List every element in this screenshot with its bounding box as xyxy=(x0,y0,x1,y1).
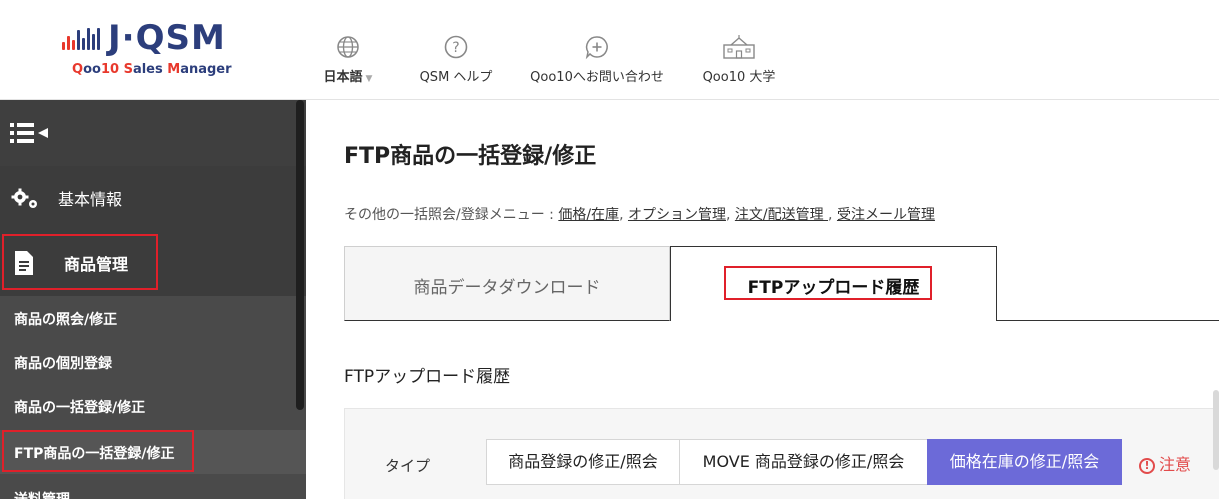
link-option-management[interactable]: オプション管理 xyxy=(628,207,726,223)
separator: , xyxy=(725,207,735,223)
type-option-move-goods-edit[interactable]: MOVE 商品登録の修正/照会 xyxy=(679,439,928,485)
sidebar-subitem-goods-edit[interactable]: 商品の照会/修正 xyxy=(0,296,306,340)
sidebar-subitem-goods-register[interactable]: 商品の個別登録 xyxy=(0,340,306,384)
link-price-stock[interactable]: 価格/在庫 xyxy=(558,207,619,223)
link-order-mail[interactable]: 受注メール管理 xyxy=(837,207,935,223)
caution-link[interactable]: ! 注意 xyxy=(1139,451,1191,475)
alert-circle-icon: ! xyxy=(1139,458,1155,474)
type-label: タイプ xyxy=(385,457,431,475)
nav-qsm-help[interactable]: ? QSM ヘルプ xyxy=(408,34,504,85)
type-option-price-stock-edit[interactable]: 価格在庫の修正/照会 xyxy=(927,439,1122,485)
nav-language-label: 日本語 xyxy=(323,70,363,85)
other-menu-links: その他の一括照会/登録メニュー : 価格/在庫, オプション管理, 注文/配送管… xyxy=(344,204,935,224)
link-order-shipping[interactable]: 注文/配送管理 xyxy=(735,207,828,223)
nav-contact-label: Qoo10へお問い合わせ xyxy=(530,70,664,85)
separator: , xyxy=(619,207,628,223)
sidebar-subitem-label: 送料管理 xyxy=(14,489,70,499)
nav-qoo10-university[interactable]: Qoo10 大学 xyxy=(696,34,782,85)
caution-label: 注意 xyxy=(1159,455,1192,474)
page-title: FTP商品の一括登録/修正 xyxy=(344,144,597,169)
sidebar-item-basic-info[interactable]: 基本情報 xyxy=(0,166,306,230)
main-scrollbar[interactable] xyxy=(1213,390,1219,470)
sidebar-toggle[interactable] xyxy=(0,100,306,166)
filter-panel: タイプ 商品登録の修正/照会 MOVE 商品登録の修正/照会 価格在庫の修正/照… xyxy=(344,408,1219,499)
highlight-goods-management xyxy=(2,234,158,290)
main-content: FTP商品の一括登録/修正 その他の一括照会/登録メニュー : 価格/在庫, オ… xyxy=(306,100,1219,499)
globe-icon xyxy=(337,36,359,58)
other-menu-prefix: その他の一括照会/登録メニュー : xyxy=(344,207,559,223)
nav-qsm-help-label: QSM ヘルプ xyxy=(419,70,493,85)
sidebar: 基本情報 商品管理 商品の照会/修正 商品の個別登録 商品の一括登録/修正 FT… xyxy=(0,100,306,499)
sidebar-subitem-label: 商品の照会/修正 xyxy=(14,312,118,328)
logo-brand: J·QSM xyxy=(108,18,226,58)
sidebar-subitem-bulk-register[interactable]: 商品の一括登録/修正 xyxy=(0,384,306,428)
nav-language[interactable]: 日本語 ▼ xyxy=(310,34,386,85)
type-option-goods-edit[interactable]: 商品登録の修正/照会 xyxy=(486,439,680,485)
help-circle-icon: ? xyxy=(444,35,468,59)
sidebar-subitem-label: 商品の個別登録 xyxy=(14,356,112,372)
school-icon xyxy=(723,35,755,59)
gears-icon xyxy=(11,188,37,208)
jqsm-logo[interactable]: J·QSM Qoo10 Sales Manager xyxy=(60,18,250,80)
section-title: FTPアップロード履歴 xyxy=(344,367,511,387)
menu-collapse-icon xyxy=(10,123,48,143)
separator: , xyxy=(828,207,837,223)
top-header: J·QSM Qoo10 Sales Manager 日本語 ▼ ? QSM ヘルプ xyxy=(0,0,1219,100)
chat-plus-icon xyxy=(585,36,608,60)
sidebar-basic-label: 基本情報 xyxy=(58,190,123,209)
chevron-down-icon: ▼ xyxy=(365,74,373,84)
nav-university-label: Qoo10 大学 xyxy=(702,70,776,85)
sidebar-scrollbar[interactable] xyxy=(296,100,304,410)
logo-subtitle: Qoo10 Sales Manager xyxy=(72,62,232,77)
tab-product-data-download[interactable]: 商品データダウンロード xyxy=(344,246,670,321)
sidebar-subitem-shipping[interactable]: 送料管理 xyxy=(0,476,306,499)
tab-label: 商品データダウンロード xyxy=(413,278,601,298)
nav-contact-qoo10[interactable]: Qoo10へお問い合わせ xyxy=(522,34,672,85)
highlight-ftp-tab xyxy=(724,266,932,300)
svg-text:?: ? xyxy=(452,40,459,56)
highlight-ftp-bulk xyxy=(2,430,194,472)
logo-bars-icon xyxy=(62,28,106,50)
sidebar-subitem-label: 商品の一括登録/修正 xyxy=(14,400,146,416)
tab-bar: 商品データダウンロード FTPアップロード履歴 xyxy=(344,246,1219,321)
